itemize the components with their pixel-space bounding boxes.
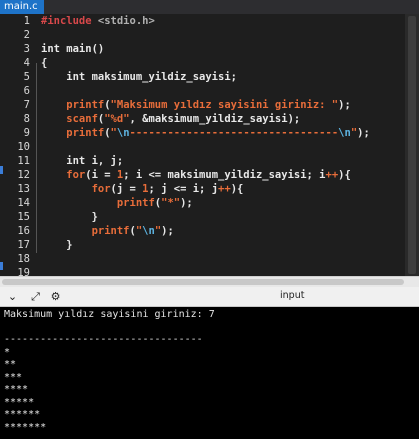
line-number-gutter: 1 2 3 4 5 6 7 8 9 10 11 12 13 14 15 16 1… xyxy=(0,14,36,279)
escape-sequence: \n xyxy=(116,127,130,139)
code-line-7: printf("Maksimum yıldız sayisini giriniz… xyxy=(41,98,351,112)
code-text: ; i <= maksimum_yildiz_sayisi; i xyxy=(123,169,326,181)
escape-sequence: \n xyxy=(142,225,155,237)
increment-operator: ++ xyxy=(218,183,231,195)
console-title: input xyxy=(280,290,305,301)
left-edge-marker xyxy=(0,166,3,174)
line-number: 17 xyxy=(17,239,30,251)
console-line: Maksimum yıldız sayisini giriniz: 7 xyxy=(4,309,215,320)
keyword-for: for xyxy=(41,169,86,181)
scrollbar-thumb[interactable] xyxy=(408,16,416,274)
function-call: printf xyxy=(41,225,130,237)
line-number: 8 xyxy=(23,113,30,125)
fold-guide xyxy=(36,63,37,253)
keyword-for: for xyxy=(41,183,111,195)
console-line: * xyxy=(4,346,11,358)
string-literal: --------------------------------- xyxy=(129,127,339,139)
chevron-down-icon[interactable]: ⌄ xyxy=(6,290,19,303)
console-line: ** xyxy=(4,359,17,370)
increment-operator: ++ xyxy=(325,169,339,181)
line-number: 15 xyxy=(17,211,30,223)
code-line-3: int main() xyxy=(41,43,105,55)
settings-icon[interactable]: ⚙ xyxy=(49,290,62,303)
tab-main-c[interactable]: main.c xyxy=(0,0,44,14)
console-output[interactable]: Maksimum yıldız sayisini giriniz: 7 ----… xyxy=(0,307,419,439)
scrollbar-thumb[interactable] xyxy=(2,279,404,285)
code-text: ); xyxy=(338,99,351,111)
console-line: ****** xyxy=(4,409,41,420)
function-call: printf xyxy=(41,99,105,111)
code-text: ){ xyxy=(338,169,351,181)
header-name: <stdio.h> xyxy=(91,15,155,27)
line-number: 12 xyxy=(17,169,30,181)
console-line: **** xyxy=(4,384,29,395)
line-number: 2 xyxy=(23,29,30,41)
line-number: 6 xyxy=(23,85,30,97)
console-line: --------------------------------- xyxy=(4,334,203,345)
line-number: 4 xyxy=(23,57,30,69)
line-number: 16 xyxy=(17,225,30,237)
code-line-14: printf("*"); xyxy=(41,196,193,210)
preprocessor-directive: #include xyxy=(41,15,92,27)
line-number: 11 xyxy=(17,155,30,167)
code-text: ); xyxy=(161,225,174,237)
function-call: printf xyxy=(41,127,105,139)
code-text: (i = xyxy=(85,169,117,181)
editor-horizontal-scrollbar[interactable] xyxy=(0,276,419,287)
function-call: printf xyxy=(41,197,155,209)
code-text: ){ xyxy=(230,183,244,195)
code-line-5: int maksimum_yildiz_sayisi; xyxy=(41,71,237,83)
console-line: ******* xyxy=(4,421,47,433)
tab-label: main.c xyxy=(4,1,38,12)
code-text: ; j <= i; j xyxy=(148,183,219,195)
string-literal: "*" xyxy=(161,197,181,209)
code-text: , &maksimum_yildiz_sayisi); xyxy=(129,113,301,125)
line-number: 18 xyxy=(17,253,30,265)
code-line-17: } xyxy=(41,239,73,251)
string-literal: "Maksimum yıldız sayisini giriniz: " xyxy=(110,99,339,111)
code-line-1: #include <stdio.h> xyxy=(41,14,155,28)
expand-icon[interactable]: ⤢ xyxy=(29,290,42,303)
line-number: 3 xyxy=(23,43,30,55)
line-number: 7 xyxy=(23,99,30,111)
console-line: ***** xyxy=(4,396,35,408)
code-line-9: printf("\n------------------------------… xyxy=(41,126,370,140)
code-editor[interactable]: 1 2 3 4 5 6 7 8 9 10 11 12 13 14 15 16 1… xyxy=(0,14,405,293)
line-number: 13 xyxy=(17,183,30,195)
editor-vertical-scrollbar[interactable] xyxy=(405,14,419,276)
code-line-8: scanf("%d", &maksimum_yildiz_sayisi); xyxy=(41,112,300,126)
line-number: 10 xyxy=(17,141,30,153)
string-literal: "%d" xyxy=(104,113,130,125)
code-line-4: { xyxy=(41,57,48,69)
escape-sequence: \n xyxy=(338,127,351,139)
code-line-11: int i, j; xyxy=(41,155,124,167)
code-line-13: for(j = 1; j <= i; j++){ xyxy=(41,182,244,196)
console-line: *** xyxy=(4,371,23,383)
function-call: scanf xyxy=(41,113,98,125)
left-edge-marker xyxy=(0,262,3,270)
line-number: 1 xyxy=(23,15,30,27)
code-text: (j = xyxy=(110,183,143,195)
console-toolbar: ⌄ ⤢ ⚙ input xyxy=(0,287,419,307)
code-text: ); xyxy=(357,127,370,139)
line-number: 9 xyxy=(23,127,30,139)
tab-bar: main.c xyxy=(0,0,419,14)
line-number: 5 xyxy=(23,71,30,83)
code-line-15: } xyxy=(41,211,98,223)
code-line-16: printf("\n"); xyxy=(41,224,174,238)
code-text: ); xyxy=(180,197,193,209)
line-number: 14 xyxy=(17,197,30,209)
code-line-12: for(i = 1; i <= maksimum_yildiz_sayisi; … xyxy=(41,168,351,182)
